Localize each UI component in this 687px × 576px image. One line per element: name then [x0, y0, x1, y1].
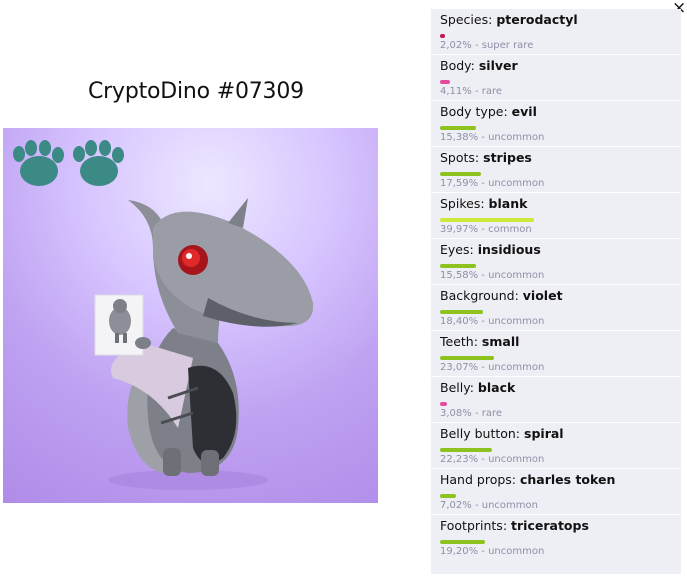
traits-panel: Species: pterodactyl 2,02% - super rare Bo… [431, 9, 681, 574]
trait-label: Footprints: [440, 518, 508, 533]
trait-row: Background: violet 18,40% - uncommon [431, 285, 681, 331]
trait-value: small [481, 334, 520, 349]
rarity-bar [440, 448, 493, 452]
trait-line: Footprints: triceratops [440, 518, 589, 533]
trait-row: Body type: evil 15,38% - uncommon [431, 101, 681, 147]
trait-rarity-info: 17,59% - uncommon [440, 178, 545, 189]
rarity-bar [440, 126, 476, 130]
trait-line: Spots: stripes [440, 150, 532, 165]
trait-line: Eyes: insidious [440, 242, 541, 257]
trait-value: stripes [483, 150, 532, 165]
trait-line: Spikes: blank [440, 196, 527, 211]
trait-rarity-info: 15,58% - uncommon [440, 270, 545, 281]
rarity-bar [440, 264, 477, 268]
trait-label: Body: [440, 58, 475, 73]
trait-line: Hand props: charles token [440, 472, 615, 487]
trait-row: Hand props: charles token 7,02% - uncommo… [431, 469, 681, 515]
trait-row: Belly: black 3,08% - rare [431, 377, 681, 423]
rarity-bar [440, 494, 457, 498]
rarity-bar [440, 402, 448, 406]
trait-label: Background: [440, 288, 519, 303]
trait-value: pterodactyl [496, 12, 578, 27]
trait-value: violet [522, 288, 563, 303]
trait-value: black [477, 380, 516, 395]
trait-value: triceratops [511, 518, 589, 533]
trait-value: charles token [519, 472, 616, 487]
trait-value: insidious [477, 242, 541, 257]
trait-row: Species: pterodactyl 2,02% - super rare [431, 9, 681, 55]
trait-label: Belly button: [440, 426, 521, 441]
trait-rarity-info: 7,02% - uncommon [440, 500, 538, 511]
footprint-icon [73, 140, 124, 186]
trait-label: Eyes: [440, 242, 474, 257]
trait-label: Spots: [440, 150, 480, 165]
trait-rarity-info: 2,02% - super rare [440, 40, 534, 51]
trait-rarity-info: 39,97% - common [440, 224, 532, 235]
rarity-bar [440, 172, 482, 176]
charles-token-card [94, 294, 144, 356]
trait-line: Belly button: spiral [440, 426, 564, 441]
rarity-bar [440, 218, 534, 222]
trait-rarity-info: 23,07% - uncommon [440, 362, 545, 373]
trait-rarity-info: 3,08% - rare [440, 408, 503, 419]
trait-row: Spikes: blank 39,97% - common [431, 193, 681, 239]
trait-line: Body: silver [440, 58, 518, 73]
trait-label: Teeth: [440, 334, 478, 349]
rarity-bar [440, 80, 450, 84]
trait-line: Belly: black [440, 380, 515, 395]
rarity-bar [440, 540, 485, 544]
trait-value: spiral [524, 426, 564, 441]
trait-row: Spots: stripes 17,59% - uncommon [431, 147, 681, 193]
trait-row: Belly button: spiral 22,23% - uncommon [431, 423, 681, 469]
trait-row: Body: silver 4,11% - rare [431, 55, 681, 101]
footprint-icon [13, 140, 64, 186]
trait-row: Footprints: triceratops 19,20% - uncommon [431, 515, 681, 568]
trait-value: silver [478, 58, 518, 73]
dino-title: CryptoDino #07309 [88, 79, 304, 104]
trait-row: Eyes: insidious 15,58% - uncommon [431, 239, 681, 285]
dino-illustration [13, 140, 314, 490]
trait-rarity-info: 22,23% - uncommon [440, 454, 545, 465]
trait-value: blank [488, 196, 528, 211]
rarity-bar [440, 356, 494, 360]
trait-rarity-info: 4,11% - rare [440, 86, 503, 97]
trait-rarity-info: 15,38% - uncommon [440, 132, 545, 143]
trait-row: Teeth: small 23,07% - uncommon [431, 331, 681, 377]
trait-rarity-info: 18,40% - uncommon [440, 316, 545, 327]
trait-value: evil [511, 104, 537, 119]
trait-label: Body type: [440, 104, 508, 119]
rarity-bar [440, 310, 484, 314]
rarity-bar [440, 34, 445, 38]
trait-label: Species: [440, 12, 493, 27]
trait-line: Body type: evil [440, 104, 537, 119]
trait-line: Background: violet [440, 288, 563, 303]
trait-label: Spikes: [440, 196, 485, 211]
trait-line: Teeth: small [440, 334, 519, 349]
trait-line: Species: pterodactyl [440, 12, 578, 27]
trait-label: Hand props: [440, 472, 516, 487]
trait-label: Belly: [440, 380, 474, 395]
trait-rarity-info: 19,20% - uncommon [440, 546, 545, 557]
dino-artwork [3, 128, 378, 503]
